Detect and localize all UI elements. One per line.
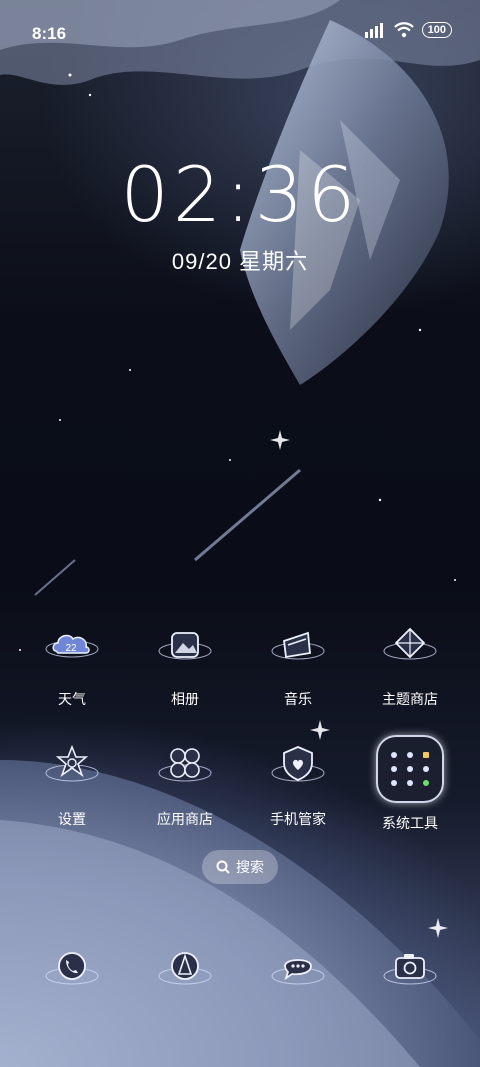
- app-label: 应用商店: [157, 811, 213, 827]
- app-label: 系统工具: [382, 815, 438, 831]
- shield-icon: [271, 746, 325, 782]
- camera-icon: [383, 954, 437, 985]
- status-bar: 8:16 100: [0, 18, 480, 48]
- app-label: 相册: [171, 691, 199, 707]
- app-weather[interactable]: 22 天气: [22, 615, 122, 709]
- settings-icon: [45, 744, 99, 782]
- wifi-icon: [393, 22, 414, 38]
- dock-messages[interactable]: [248, 940, 348, 1004]
- app-label: 天气: [58, 691, 86, 707]
- music-icon: [271, 631, 325, 660]
- search-button[interactable]: 搜索: [202, 850, 278, 884]
- app-folder-system-tools[interactable]: 系统工具: [360, 735, 460, 833]
- app-store-icon: [158, 748, 212, 782]
- app-label: 音乐: [284, 691, 312, 707]
- app-label: 手机管家: [270, 811, 326, 827]
- status-time: 8:16: [32, 24, 67, 43]
- app-gallery[interactable]: 相册: [135, 615, 235, 709]
- browser-icon: [158, 952, 212, 985]
- folder-grid-icon: [391, 752, 429, 786]
- signal-icon: [364, 23, 383, 38]
- app-settings[interactable]: 设置: [22, 735, 122, 829]
- search-label: 搜索: [236, 859, 264, 875]
- folder-icon: [376, 735, 444, 803]
- dock-phone[interactable]: [22, 940, 122, 1004]
- app-theme-store[interactable]: 主题商店: [360, 615, 460, 709]
- clock-time: 02:36: [120, 150, 360, 239]
- battery-indicator: 100: [421, 22, 452, 38]
- dock-camera[interactable]: [360, 940, 460, 1004]
- theme-store-icon: [383, 627, 437, 660]
- app-phone-manager[interactable]: 手机管家: [248, 735, 348, 829]
- messages-icon: [271, 959, 325, 985]
- search-icon: [216, 860, 230, 874]
- weather-icon: 22: [45, 634, 99, 658]
- gallery-icon: [158, 632, 212, 660]
- clock-date: 09/20 星期六: [171, 249, 309, 274]
- clock-widget[interactable]: 02:36 09/20 星期六: [0, 150, 480, 276]
- app-app-store[interactable]: 应用商店: [135, 735, 235, 829]
- app-label: 主题商店: [382, 691, 438, 707]
- dock-browser[interactable]: [135, 940, 235, 1004]
- weather-temp: 22: [65, 643, 77, 654]
- app-label: 设置: [58, 811, 86, 827]
- app-music[interactable]: 音乐: [248, 615, 348, 709]
- phone-icon: [45, 952, 99, 985]
